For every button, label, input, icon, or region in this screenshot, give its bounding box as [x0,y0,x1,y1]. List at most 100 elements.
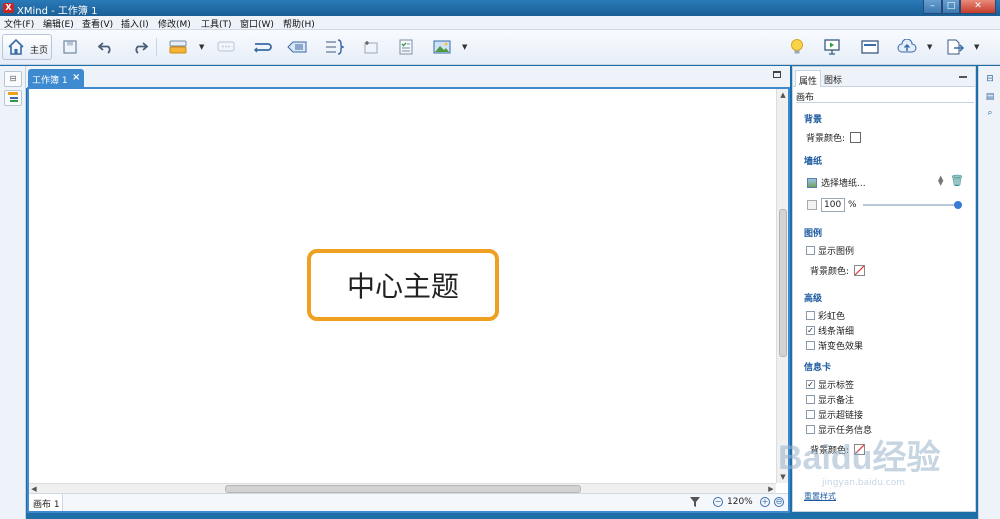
menu-edit[interactable]: 编辑(E) [43,17,74,30]
sheet-tab[interactable]: 画布 1 [29,494,63,511]
save-button[interactable] [60,36,80,58]
window-title: XMind - 工作簿 1 [17,6,98,17]
reset-style-link[interactable]: 重置样式 [804,491,836,502]
note-button[interactable] [360,36,382,58]
layout-button[interactable] [858,36,882,58]
tab-properties[interactable]: 属性 [795,70,822,87]
filter-icon[interactable] [689,496,701,508]
show-notes-row[interactable]: 显示备注 [806,393,854,406]
summary-button[interactable] [322,36,346,58]
vertical-scrollbar[interactable]: ▲ ▼ [776,89,788,483]
section-background: 背景 [804,115,823,125]
share-button[interactable] [895,36,919,58]
relationship-button[interactable] [250,36,274,58]
topic-icon [169,40,187,54]
tapered-lines-checkbox[interactable]: ✓ [806,326,815,335]
insert-topic-button[interactable] [166,36,190,58]
left-panel-restore-icon[interactable]: ⊟ [4,71,22,87]
right-panel-restore-icon[interactable]: ⊟ [982,72,998,86]
maximize-button[interactable]: □ [942,0,960,14]
central-topic[interactable]: 中心主题 [307,249,499,321]
image-dropdown-icon[interactable]: ▼ [462,43,467,51]
tab-workbook-1[interactable]: 工作簿 1 × [28,69,84,88]
title-bar: X XMind - 工作簿 1 – □ ✕ [0,0,1000,17]
panel-minimize-icon[interactable] [959,76,967,78]
show-labels-checkbox[interactable]: ✓ [806,380,815,389]
share-dropdown-icon[interactable]: ▼ [927,43,932,51]
boundary-button[interactable] [285,36,309,58]
show-legend-checkbox[interactable] [806,246,815,255]
editor-maximize-icon[interactable] [773,71,781,78]
menu-modify[interactable]: 修改(M) [158,17,191,30]
menu-insert[interactable]: 插入(I) [121,17,149,30]
show-task-info-checkbox[interactable] [806,425,815,434]
gradient-label: 渐变色效果 [818,342,864,352]
opacity-icon [807,200,817,210]
gradient-row[interactable]: 渐变色效果 [806,339,863,352]
show-labels-row[interactable]: ✓ 显示标签 [806,378,854,391]
redo-button[interactable] [130,36,150,58]
layout-icon [861,40,879,54]
main-toolbar: 主页 ▼ ▼ ▼ ▼ [0,30,1000,65]
show-legend-row[interactable]: 显示图例 [806,244,854,257]
properties-panel-icon[interactable]: ▤ [982,90,998,104]
insert-image-button[interactable] [430,36,454,58]
legend-color-swatch[interactable] [854,265,866,276]
topic-dropdown-icon[interactable]: ▼ [199,43,204,51]
menu-tools[interactable]: 工具(T) [201,17,232,30]
scroll-down-icon[interactable]: ▼ [777,471,789,483]
show-task-info-row[interactable]: 显示任务信息 [806,423,872,436]
menu-file[interactable]: 文件(F) [4,17,34,30]
task-button[interactable] [395,36,417,58]
wallpaper-updown-icon[interactable]: ▲ ▼ [938,175,943,187]
menu-help[interactable]: 帮助(H) [283,17,315,30]
wallpaper-select-label: 选择墙纸... [821,179,866,189]
show-hyperlinks-checkbox[interactable] [806,410,815,419]
tapered-lines-row[interactable]: ✓ 线条渐细 [806,324,854,337]
show-notes-checkbox[interactable] [806,395,815,404]
outline-panel-icon[interactable] [4,90,22,106]
zoom-in-button[interactable]: + [760,497,770,507]
search-icon[interactable]: ⌕ [982,106,998,120]
home-button[interactable]: 主页 [2,34,52,60]
mindmap-canvas[interactable]: 中心主题 [29,89,776,483]
rainbow-row[interactable]: 彩虹色 [806,309,845,322]
horizontal-scrollbar[interactable]: ◀ ▶ [29,483,776,493]
export-button[interactable] [944,36,966,58]
presentation-button[interactable] [820,36,844,58]
mindmap-editor: 中心主题 ▲ ▼ ◀ ▶ 画布 1 − 120% + ⊖ [27,87,790,513]
zoom-out-button[interactable]: − [713,497,723,507]
summary-icon [326,39,344,55]
redo-icon [135,42,148,54]
idea-button[interactable] [786,36,808,58]
gradient-checkbox[interactable] [806,341,815,350]
delete-wallpaper-icon[interactable]: 🗑 [950,175,964,187]
minimize-button[interactable]: – [923,0,942,14]
opacity-slider[interactable] [863,201,962,209]
background-color-swatch[interactable] [850,132,862,143]
menu-view[interactable]: 查看(V) [82,17,113,30]
info-card-color-swatch[interactable] [854,444,866,455]
show-hyperlinks-row[interactable]: 显示超链接 [806,408,863,421]
opacity-input[interactable]: 100 [821,198,845,212]
image-icon [433,40,451,54]
close-button[interactable]: ✕ [960,0,996,14]
info-card-color-label: 背景颜色: [810,446,850,456]
scroll-up-icon[interactable]: ▲ [777,89,789,101]
tab-icons[interactable]: 图标 [821,70,845,87]
horizontal-scroll-thumb[interactable] [225,485,581,493]
show-task-info-label: 显示任务信息 [818,426,873,436]
legend-color-label: 背景颜色: [810,267,850,277]
undo-button[interactable] [96,36,116,58]
callout-button[interactable] [215,36,237,58]
wallpaper-select[interactable]: 选择墙纸... [807,176,866,189]
menu-window[interactable]: 窗口(W) [240,17,274,30]
export-dropdown-icon[interactable]: ▼ [974,43,979,51]
zoom-fit-button[interactable]: ⊖ [774,497,784,507]
tab-close-icon[interactable]: × [72,72,80,83]
rainbow-checkbox[interactable] [806,311,815,320]
opacity-slider-knob[interactable] [954,201,962,209]
editor-tab-bar: 工作簿 1 × [26,66,790,88]
vertical-scroll-thumb[interactable] [779,209,787,357]
legend-color-row: 背景颜色: [810,264,866,277]
